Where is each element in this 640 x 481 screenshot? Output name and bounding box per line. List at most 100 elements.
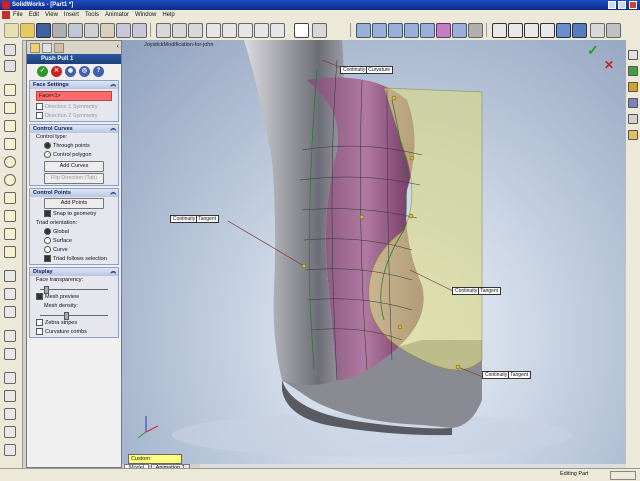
zebra-checkbox[interactable]: [36, 319, 43, 327]
rectangle-icon[interactable]: [4, 102, 16, 114]
transparency-slider[interactable]: [40, 285, 108, 294]
print-icon[interactable]: [52, 23, 67, 38]
configuration-dropdown[interactable]: Custom: [128, 454, 182, 464]
control-curves-header[interactable]: Control Curves ︽: [30, 125, 118, 133]
global-radio[interactable]: [44, 228, 51, 236]
mesh-density-slider[interactable]: [40, 311, 108, 320]
triad-follows-checkbox[interactable]: [44, 255, 51, 263]
arc-icon[interactable]: [4, 156, 16, 168]
tool-icon[interactable]: [238, 23, 253, 38]
3d-view-icon[interactable]: [468, 23, 483, 38]
cancel-x-icon[interactable]: ✕: [604, 58, 614, 72]
repair-icon[interactable]: [4, 390, 16, 402]
viewport-layout-icon[interactable]: [294, 23, 309, 38]
grid-icon[interactable]: [4, 408, 16, 420]
save-icon[interactable]: [36, 23, 51, 38]
hidden-lines-visible-icon[interactable]: [508, 23, 523, 38]
collapse-chevron-icon[interactable]: ︽: [110, 81, 116, 89]
trim-icon[interactable]: [4, 306, 16, 318]
library-icon[interactable]: [628, 66, 638, 76]
paste-icon[interactable]: [100, 23, 115, 38]
add-curves-button[interactable]: Add Curves: [44, 161, 104, 172]
model-canvas[interactable]: [122, 40, 626, 464]
mesh-preview-row[interactable]: Mesh preview: [30, 293, 118, 302]
through-points-radio[interactable]: [44, 142, 51, 150]
select-icon[interactable]: [156, 23, 171, 38]
pattern-icon[interactable]: [4, 348, 16, 360]
circle-icon[interactable]: [4, 138, 16, 150]
custom-properties-icon[interactable]: [628, 130, 638, 140]
mirror-icon[interactable]: [4, 330, 16, 342]
control-polygon-option[interactable]: Control polygon: [30, 151, 118, 160]
ok-check-icon[interactable]: ✓: [37, 66, 48, 77]
section-view-icon[interactable]: [606, 23, 621, 38]
continuity-callout[interactable]: Continuity Tangent: [482, 371, 532, 379]
add-points-button[interactable]: Add Points: [44, 198, 104, 209]
tool-icon[interactable]: [206, 23, 221, 38]
zebra-stripes-row[interactable]: Zebra stripes: [30, 319, 118, 328]
open-icon[interactable]: [20, 23, 35, 38]
rebuild-icon[interactable]: [172, 23, 187, 38]
dir2-checkbox[interactable]: [36, 112, 43, 120]
minimize-button[interactable]: [608, 1, 616, 9]
feature-tree-flyout[interactable]: JoystickModification-for-john: [144, 42, 213, 48]
zoom-selection-icon[interactable]: [420, 23, 435, 38]
status-help-icon[interactable]: [610, 471, 636, 480]
sketch-icon[interactable]: [4, 44, 16, 56]
snap-to-geometry-row[interactable]: Snap to geometry: [30, 210, 118, 219]
new-icon[interactable]: [4, 23, 19, 38]
collapse-chevron-icon[interactable]: ︽: [110, 125, 116, 133]
resources-icon[interactable]: [628, 50, 638, 60]
close-button[interactable]: [629, 1, 637, 9]
copy-icon[interactable]: [84, 23, 99, 38]
maximize-button[interactable]: [618, 1, 626, 9]
configuration-manager-tab-icon[interactable]: [54, 43, 64, 53]
snap-checkbox[interactable]: [44, 210, 51, 218]
display-header[interactable]: Display ︽: [30, 268, 118, 276]
line-icon[interactable]: [4, 84, 16, 96]
spline-icon[interactable]: [4, 192, 16, 204]
preview-icon[interactable]: ◉: [65, 66, 76, 77]
surface-radio[interactable]: [44, 237, 51, 245]
collapse-panel-icon[interactable]: ‹: [117, 43, 119, 51]
property-manager-tab-icon[interactable]: [42, 43, 52, 53]
face-selection-box[interactable]: Face<1>: [36, 91, 112, 101]
menu-file[interactable]: File: [10, 10, 26, 20]
cancel-x-icon[interactable]: ✕: [51, 66, 62, 77]
cut-icon[interactable]: [68, 23, 83, 38]
offset-icon[interactable]: [4, 288, 16, 300]
centerline-icon[interactable]: [4, 228, 16, 240]
combs-checkbox[interactable]: [36, 328, 43, 336]
feature-manager-tab-icon[interactable]: [30, 43, 40, 53]
wireframe-icon[interactable]: [492, 23, 507, 38]
appearances-icon[interactable]: [628, 114, 638, 124]
tool-icon[interactable]: [270, 23, 285, 38]
view-palette-icon[interactable]: [628, 98, 638, 108]
triad-follows-row[interactable]: Triad follows selection: [30, 255, 118, 264]
view-orientation-icon[interactable]: [590, 23, 605, 38]
shaded-icon[interactable]: [572, 23, 587, 38]
dir1-checkbox[interactable]: [36, 103, 43, 111]
curve-option[interactable]: Curve: [30, 246, 118, 255]
ellipse-icon[interactable]: [4, 174, 16, 186]
continuity-callout[interactable]: Continuity Curvature: [340, 66, 394, 74]
collapse-chevron-icon[interactable]: ︽: [110, 189, 116, 197]
menu-help[interactable]: Help: [159, 10, 177, 20]
point-icon[interactable]: [4, 210, 16, 222]
tool-icon[interactable]: [254, 23, 269, 38]
polygon-icon[interactable]: [4, 120, 16, 132]
collapse-chevron-icon[interactable]: ︽: [110, 268, 116, 276]
confirm-check-icon[interactable]: ✓: [587, 42, 599, 59]
global-option[interactable]: Global: [30, 228, 118, 237]
tool-icon[interactable]: [4, 444, 16, 456]
surface-option[interactable]: Surface: [30, 237, 118, 246]
zoom-fit-icon[interactable]: [356, 23, 371, 38]
menu-view[interactable]: View: [42, 10, 61, 20]
control-points-header[interactable]: Control Points ︽: [30, 189, 118, 197]
shaded-edges-icon[interactable]: [556, 23, 571, 38]
hidden-lines-icon[interactable]: [540, 23, 555, 38]
graphics-viewport[interactable]: JoystickModification-for-john Continuity…: [122, 40, 626, 464]
control-polygon-radio[interactable]: [44, 151, 51, 159]
relations-icon[interactable]: [4, 372, 16, 384]
rotate-icon[interactable]: [436, 23, 451, 38]
